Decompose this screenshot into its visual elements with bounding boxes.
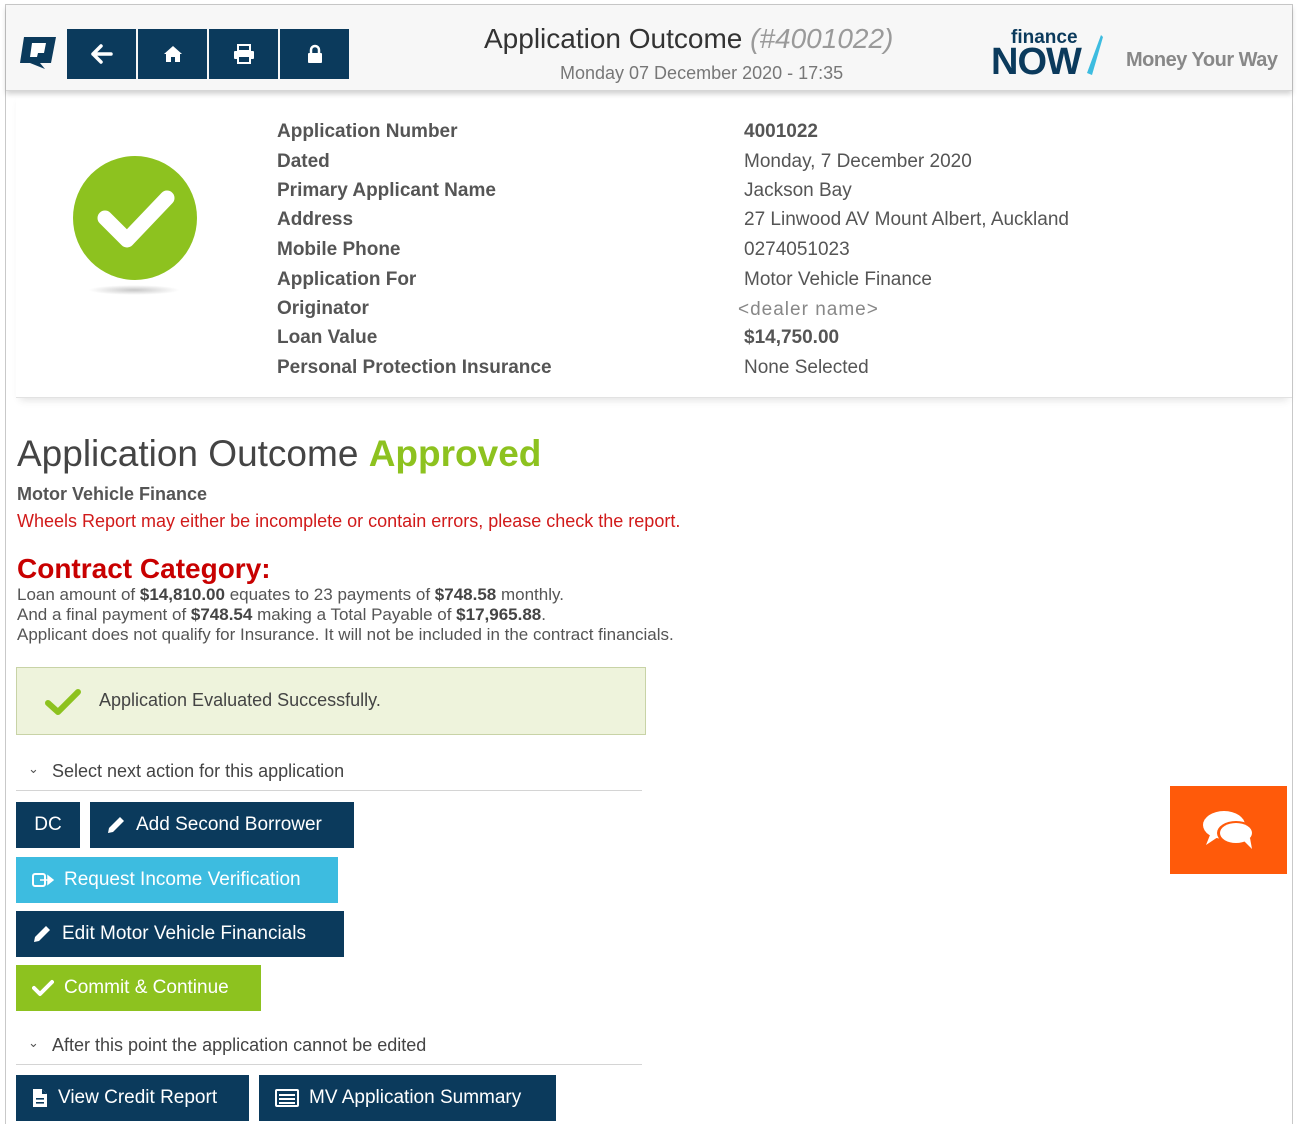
success-check-icon bbox=[45, 689, 81, 715]
view-credit-report-button[interactable]: View Credit Report bbox=[16, 1075, 249, 1121]
wheels-report-warning: Wheels Report may either be incomplete o… bbox=[17, 511, 681, 531]
value-dated: Monday, 7 December 2020 bbox=[744, 151, 972, 172]
contract-category-heading: Contract Category: bbox=[17, 553, 271, 584]
edit-mv-financials-button[interactable]: Edit Motor Vehicle Financials bbox=[16, 911, 344, 957]
view-credit-report-label: View Credit Report bbox=[58, 1087, 218, 1108]
commit-continue-button[interactable]: Commit & Continue bbox=[16, 965, 261, 1011]
contract-line2-text-a: And a final payment of bbox=[17, 605, 191, 624]
contract-line2-text-b: making a Total Payable of bbox=[252, 605, 457, 624]
request-income-verification-label: Request Income Verification bbox=[64, 869, 301, 890]
document-icon bbox=[32, 1088, 48, 1108]
outcome-heading: Application Outcome Approved bbox=[17, 433, 541, 475]
top-header: Application Outcome (#4001022) Monday 07… bbox=[6, 5, 1292, 91]
label-loan-value: Loan Value bbox=[277, 327, 378, 348]
value-applicant-name: Jackson Bay bbox=[744, 180, 852, 201]
label-originator: Originator bbox=[277, 298, 369, 319]
value-originator: <dealer name> bbox=[738, 299, 879, 320]
add-second-borrower-button[interactable]: Add Second Borrower bbox=[90, 802, 354, 848]
label-ppi: Personal Protection Insurance bbox=[277, 357, 552, 378]
back-arrow-icon bbox=[90, 44, 113, 64]
chevron-down-icon: ⌄ bbox=[28, 1035, 39, 1050]
label-mobile-phone: Mobile Phone bbox=[277, 239, 401, 260]
page-title: Application Outcome (#4001022) bbox=[484, 23, 893, 55]
print-button[interactable] bbox=[209, 29, 278, 79]
value-loan-value: $14,750.00 bbox=[744, 327, 840, 348]
label-application-number: Application Number bbox=[277, 121, 458, 142]
next-action-section-header[interactable]: ⌄ Select next action for this applicatio… bbox=[16, 753, 642, 791]
check-icon bbox=[32, 979, 54, 997]
back-button[interactable] bbox=[67, 29, 136, 79]
mv-application-summary-button[interactable]: MV Application Summary bbox=[259, 1075, 556, 1121]
contract-line1-text-a: Loan amount of bbox=[17, 585, 140, 604]
mv-application-summary-label: MV Application Summary bbox=[309, 1087, 522, 1108]
brand-swoosh-icon bbox=[1087, 35, 1103, 75]
final-payment: $748.54 bbox=[190, 605, 253, 624]
contract-line2-text-c: . bbox=[541, 605, 546, 624]
request-income-verification-button[interactable]: Request Income Verification bbox=[16, 857, 338, 903]
value-ppi: None Selected bbox=[744, 357, 869, 378]
lock-button[interactable] bbox=[280, 29, 349, 79]
approved-check-icon bbox=[73, 156, 197, 280]
next-action-section-label: Select next action for this application bbox=[52, 761, 345, 781]
page-datetime: Monday 07 December 2020 - 17:35 bbox=[560, 63, 844, 83]
value-application-for: Motor Vehicle Finance bbox=[744, 269, 932, 290]
contract-line1-text-b: equates to 23 payments of bbox=[224, 585, 435, 604]
home-button[interactable] bbox=[138, 29, 207, 79]
evaluation-message: Application Evaluated Successfully. bbox=[99, 690, 381, 710]
chat-icon bbox=[1202, 811, 1255, 849]
label-application-for: Application For bbox=[277, 269, 417, 290]
chevron-down-icon: ⌄ bbox=[28, 761, 39, 776]
value-address: 27 Linwood AV Mount Albert, Auckland bbox=[744, 209, 1069, 230]
label-dated: Dated bbox=[277, 151, 330, 172]
commit-continue-label: Commit & Continue bbox=[64, 977, 229, 998]
evaluation-success-alert: Application Evaluated Successfully. bbox=[16, 667, 646, 735]
total-payable: $17,965.88 bbox=[456, 605, 542, 624]
label-applicant-name: Primary Applicant Name bbox=[277, 180, 496, 201]
list-icon bbox=[275, 1089, 299, 1107]
dc-button[interactable]: DC bbox=[16, 802, 80, 848]
outcome-product: Motor Vehicle Finance bbox=[17, 484, 208, 504]
brand-tagline: Money Your Way bbox=[1126, 49, 1278, 71]
locked-section-label: After this point the application cannot … bbox=[52, 1035, 427, 1055]
loan-amount: $14,810.00 bbox=[139, 585, 225, 604]
brand-big-text: NOW bbox=[991, 41, 1082, 83]
locked-section-header[interactable]: ⌄ After this point the application canno… bbox=[16, 1027, 642, 1065]
lock-icon bbox=[307, 44, 322, 63]
home-icon bbox=[163, 46, 182, 62]
value-mobile-phone: 0274051023 bbox=[744, 239, 850, 260]
application-number-title: (#4001022) bbox=[750, 23, 894, 54]
monthly-payment: $748.58 bbox=[434, 585, 497, 604]
outcome-status: Approved bbox=[368, 433, 542, 474]
contract-line1-text-c: monthly. bbox=[496, 585, 564, 604]
edit-mv-financials-label: Edit Motor Vehicle Financials bbox=[62, 923, 306, 944]
value-application-number: 4001022 bbox=[744, 121, 818, 142]
pencil-icon bbox=[32, 924, 52, 944]
print-icon bbox=[233, 44, 254, 64]
outcome-heading-text: Application Outcome bbox=[17, 433, 359, 474]
finance-now-logo: finance NOW bbox=[991, 27, 1111, 87]
contract-line-3: Applicant does not qualify for Insurance… bbox=[17, 625, 674, 644]
application-summary bbox=[16, 92, 1292, 398]
page-title-text: Application Outcome bbox=[484, 23, 743, 54]
check-shadow bbox=[88, 285, 180, 295]
app-logo-icon[interactable] bbox=[18, 33, 58, 71]
dc-button-label: DC bbox=[34, 814, 62, 835]
contract-line-2: And a final payment of $748.54 making a … bbox=[17, 605, 546, 625]
chat-button[interactable] bbox=[1170, 786, 1287, 874]
pencil-icon bbox=[106, 815, 126, 835]
label-address: Address bbox=[277, 209, 354, 230]
share-icon bbox=[32, 871, 54, 889]
add-second-borrower-label: Add Second Borrower bbox=[136, 814, 322, 835]
contract-line-1: Loan amount of $14,810.00 equates to 23 … bbox=[17, 585, 564, 605]
